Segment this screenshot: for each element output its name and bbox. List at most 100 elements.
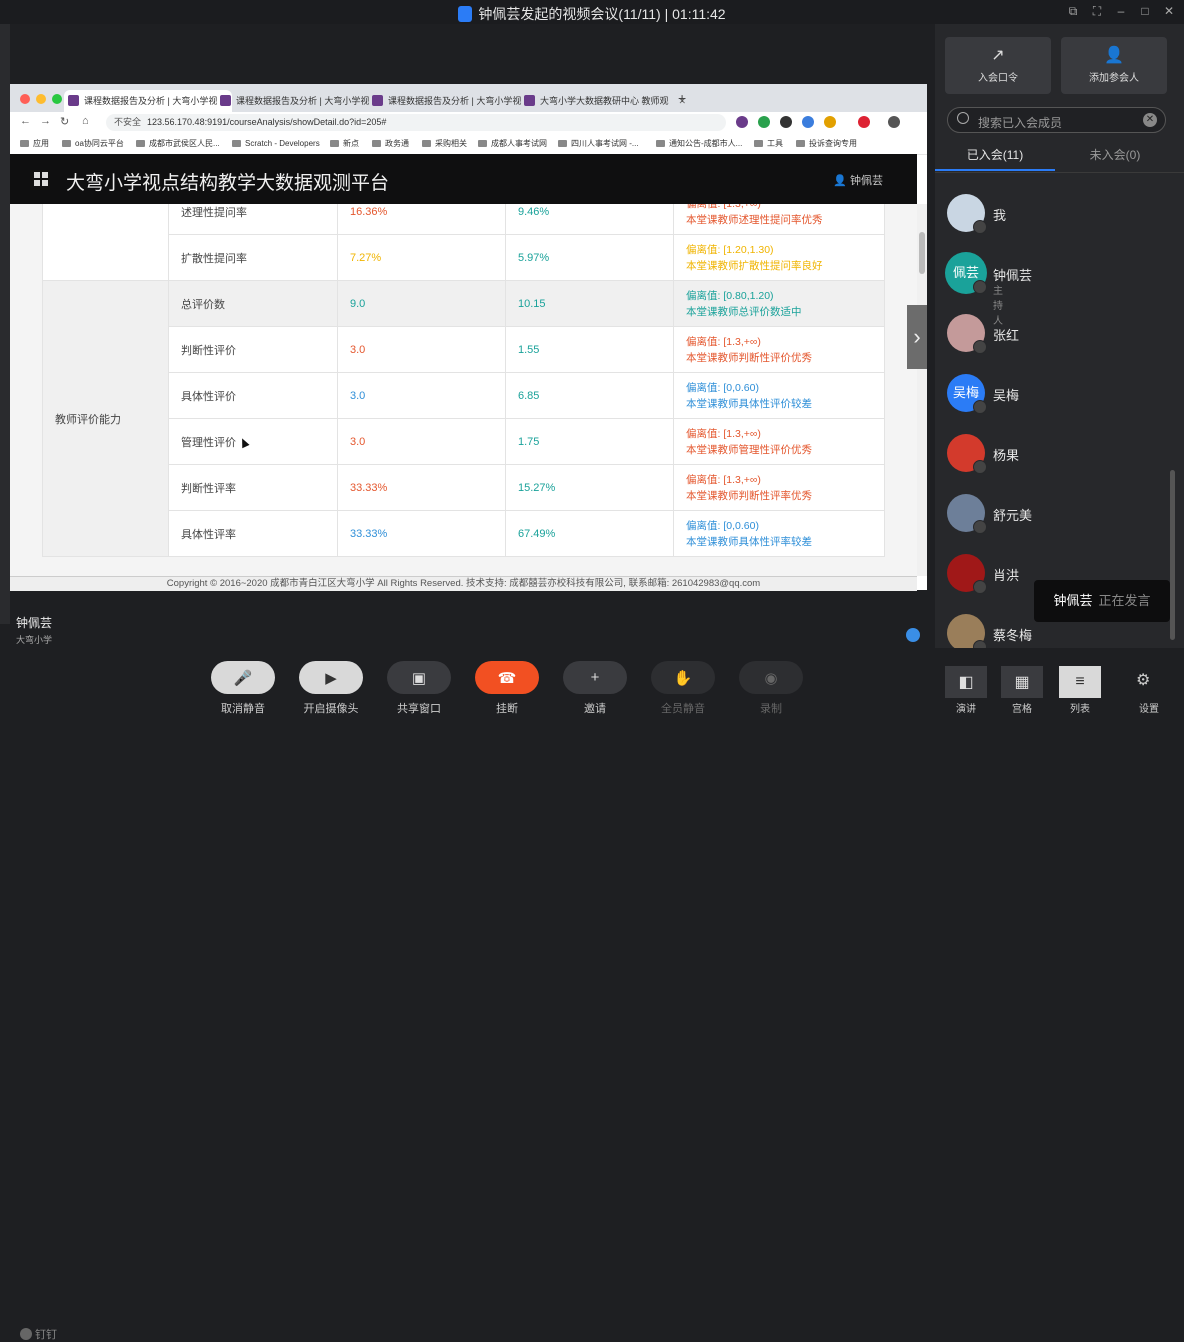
record-icon: ◉ (739, 661, 803, 694)
zoom-dot[interactable] (52, 94, 62, 104)
camera-off-icon: ▶ (299, 661, 363, 694)
popout-icon[interactable]: ⧉ (1064, 2, 1082, 20)
deviation-verdict: 本堂课教师总评价数适中 (686, 305, 802, 318)
member-search-input[interactable]: 搜索已入会成员 ✕ (947, 107, 1166, 133)
mute-all-button[interactable]: ✋ 全员静音 (651, 661, 715, 716)
bookmark-item[interactable]: oa协同云平台 (62, 134, 124, 154)
bookmark-item[interactable]: 四川人事考试网 -... (558, 134, 639, 154)
table-row: 具体性评价 3.0 6.85 偏离值: [0,0.60) 本堂课教师具体性评价较差 (43, 372, 885, 419)
reload-icon[interactable]: ↻ (60, 115, 69, 128)
evaluation-table: 述理性提问率 16.36% 9.46% 偏离值: [1.3,+∞)本堂课教师述理… (42, 204, 885, 557)
menu-grid-icon[interactable] (34, 172, 48, 186)
link-icon: ↗ (991, 47, 1005, 64)
next-page-arrow-icon[interactable]: › (907, 305, 927, 369)
bookmark-icon (478, 140, 487, 147)
bookmark-label: 采购相关 (435, 139, 467, 148)
page-scrollbar[interactable] (917, 204, 927, 576)
average-value: 67.49% (505, 510, 674, 557)
member-scrollbar[interactable] (1170, 470, 1175, 640)
speech-view-button[interactable]: ◧ (945, 666, 987, 698)
deviation-note: 偏离值: [0,0.60) 本堂课教师具体性评率较差 (673, 510, 885, 557)
member-name: 我 (993, 208, 1007, 223)
url-input[interactable]: 不安全 123.56.170.48:9191/courseAnalysis/sho… (106, 114, 726, 131)
bookmark-label: 政务通 (385, 139, 409, 148)
join-code-button[interactable]: ↗ 入会口令 (945, 37, 1051, 94)
bookmark-icon (136, 140, 145, 147)
mic-muted-icon (973, 340, 987, 354)
bookmark-item[interactable]: Scratch - Developers (232, 134, 320, 154)
forward-icon[interactable]: → (40, 115, 51, 127)
brand-label: 钉钉 (35, 1329, 57, 1341)
deviation-note: 偏离值: [0,0.60) 本堂课教师具体性评价较差 (673, 372, 885, 419)
tab-joined[interactable]: 已入会(11) (935, 146, 1055, 163)
bookmark-item[interactable]: 通知公告-成都市人... (656, 134, 742, 154)
meeting-title-text: 钟佩芸发起的视频会议(11/11) | 01:11:42 (478, 6, 726, 22)
maximize-icon[interactable]: □ (1136, 2, 1154, 20)
metric-name: 总评价数 (168, 280, 338, 327)
app-user[interactable]: 👤 钟佩芸 (833, 172, 883, 188)
back-icon[interactable]: ← (20, 115, 31, 127)
folder-icon (796, 140, 805, 147)
new-tab-icon[interactable]: + (678, 90, 686, 106)
table-row: 管理性评价 3.0 1.75 偏离值: [1.3,+∞) 本堂课教师管理性评价优秀 (43, 418, 885, 465)
table-row: 扩散性提问率 7.27% 5.97% 偏离值: [1.20,1.30) 本堂课教师… (43, 234, 885, 281)
user-icon: 👤 (833, 175, 850, 187)
home-icon[interactable]: ⌂ (82, 115, 89, 127)
extension-icon[interactable] (802, 116, 814, 128)
folder-icon (330, 140, 339, 147)
bookmark-item[interactable]: 工具 (754, 134, 783, 154)
table-row: 教师评价能力 总评价数 9.0 10.15 偏离值: [0.80,1.20) 本堂… (42, 280, 885, 557)
browser-tab-2[interactable]: 课程数据报告及分析 | 大弯小学视✕ (216, 90, 384, 112)
bookmark-item[interactable]: 政务通 (372, 134, 409, 154)
bookmark-item[interactable]: 采购相关 (422, 134, 467, 154)
browser-tab-3[interactable]: 课程数据报告及分析 | 大弯小学视✕ (368, 90, 536, 112)
category-cell: 教师评价能力 (42, 280, 169, 557)
tab-label: 课程数据报告及分析 | 大弯小学视 (236, 96, 370, 106)
unmute-button[interactable]: 🎤 取消静音 (211, 661, 275, 716)
list-view-label: 列表 (1070, 704, 1090, 715)
minimize-dot[interactable] (36, 94, 46, 104)
bookmark-item[interactable]: 成都市武侯区人民... (136, 134, 220, 154)
camera-button[interactable]: ▶ 开启摄像头 (299, 661, 363, 716)
scroll-thumb[interactable] (919, 232, 925, 274)
bookmark-item[interactable]: 新点 (330, 134, 359, 154)
shared-screen: 课程数据报告及分析 | 大弯小学视✕ 课程数据报告及分析 | 大弯小学视✕ 课程… (10, 84, 927, 591)
speech-view-label: 演讲 (956, 704, 976, 715)
traffic-lights (20, 94, 62, 104)
fullscreen-icon[interactable]: ⛶ (1088, 2, 1106, 20)
minimize-icon[interactable]: – (1112, 2, 1130, 20)
extension-icon[interactable] (824, 116, 836, 128)
lock-icon (458, 6, 473, 22)
browser-tab-1[interactable]: 课程数据报告及分析 | 大弯小学视✕ (64, 90, 232, 112)
bookmark-item[interactable]: 成都人事考试网 (478, 134, 547, 154)
button-label: 取消静音 (221, 703, 265, 715)
bookmark-label: 成都人事考试网 (491, 139, 547, 148)
grid-view-button[interactable]: ▦ (1001, 666, 1043, 698)
profile-avatar[interactable] (888, 116, 900, 128)
settings-icon[interactable]: ⚙ (1136, 670, 1150, 690)
hangup-button[interactable]: ☎ 挂断 (475, 661, 539, 716)
bookmark-item[interactable]: 应用 (20, 134, 49, 154)
folder-icon (754, 140, 763, 147)
extension-icon[interactable] (858, 116, 870, 128)
meeting-title: 钟佩芸发起的视频会议(11/11) | 01:11:42 (0, 4, 1184, 24)
deviation-range: 偏离值: [1.3,+∞) (686, 335, 761, 348)
close-dot[interactable] (20, 94, 30, 104)
invite-button[interactable]: + 邀请 (563, 661, 627, 716)
list-view-button[interactable]: ≡ (1059, 666, 1101, 698)
extension-icon[interactable] (736, 116, 748, 128)
mic-muted-icon (973, 520, 987, 534)
extension-icon[interactable] (780, 116, 792, 128)
browser-tab-4[interactable]: 大弯小学大数据教研中心 教师观 ✕ (520, 90, 690, 112)
grid-view-label: 宫格 (1012, 704, 1032, 715)
clear-icon[interactable]: ✕ (1143, 113, 1157, 127)
extension-icon[interactable] (758, 116, 770, 128)
member-name: 杨果 (993, 448, 1020, 463)
tab-not-joined[interactable]: 未入会(0) (1055, 146, 1175, 163)
close-icon[interactable]: ✕ (1160, 2, 1178, 20)
bookmark-item[interactable]: 投诉查询专用 (796, 134, 857, 154)
share-window-button[interactable]: ▣ 共享窗口 (387, 661, 451, 716)
add-member-button[interactable]: 👤 添加参会人 (1061, 37, 1167, 94)
mic-muted-icon (973, 580, 987, 594)
record-button[interactable]: ◉ 录制 (739, 661, 803, 716)
